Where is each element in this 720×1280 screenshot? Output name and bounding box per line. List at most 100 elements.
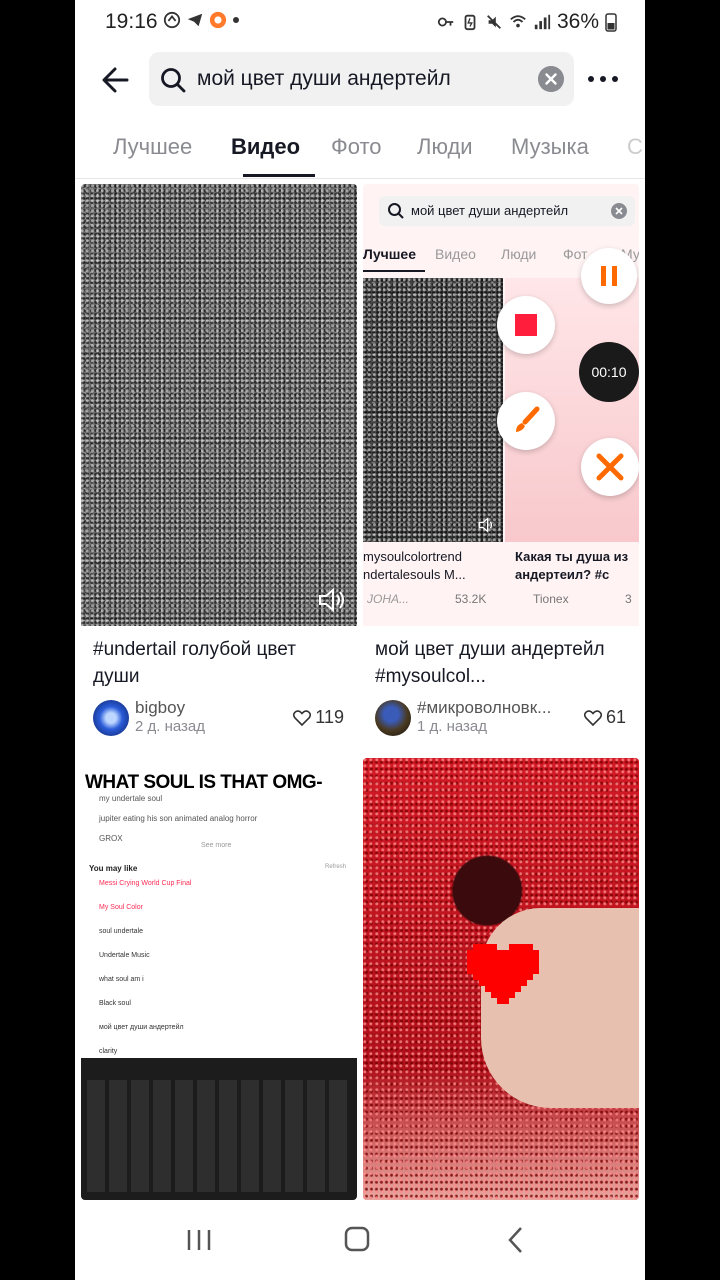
- video-card[interactable]: [363, 758, 639, 1200]
- inner-author: ЈОНА...: [367, 592, 410, 606]
- avatar[interactable]: [93, 700, 129, 736]
- search-input[interactable]: мой цвет души андертейл: [149, 52, 574, 106]
- inner-tab-underline: [363, 270, 425, 272]
- post-date: 2 д. назад: [135, 718, 206, 735]
- suggestion-item: soul undertale: [99, 928, 143, 935]
- dot-icon: [233, 17, 239, 23]
- pause-button: [581, 248, 637, 304]
- search-header: мой цвет души андертейл: [75, 50, 645, 108]
- heart-icon: [467, 944, 539, 1004]
- battery-icon: [605, 13, 617, 32]
- sound-icon: [319, 587, 344, 613]
- history-item: my undertale soul: [99, 794, 163, 803]
- pause-icon: [601, 266, 617, 286]
- inner-search-box: мой цвет души андертейл: [379, 196, 635, 226]
- telegram-icon: [187, 13, 203, 27]
- suggestion-item: Black soul: [99, 1000, 131, 1007]
- search-icon: [388, 203, 404, 219]
- key-icon: [437, 17, 454, 27]
- app-screen: 19:16 36% мой цвет души андертейл Лучшее: [75, 0, 645, 1280]
- active-tab-indicator: [243, 174, 315, 177]
- battery-percent: 36%: [556, 10, 599, 33]
- video-thumbnail: [363, 758, 639, 1200]
- search-tabs: Лучшее Видео Фото Люди Музыка С: [75, 120, 645, 179]
- suggestion-item: Undertale Music: [99, 952, 150, 959]
- brush-icon: [516, 406, 540, 432]
- video-title: мой цвет души андертейл #mysoulcol...: [375, 639, 605, 687]
- inner-tab: Видео: [435, 246, 476, 262]
- stop-record-button: [497, 296, 555, 354]
- record-timer: 00:10: [579, 342, 639, 402]
- like-count: 119: [293, 707, 344, 728]
- home-icon: [163, 11, 181, 29]
- clear-search-icon: [611, 203, 627, 219]
- status-right: 36%: [437, 10, 617, 34]
- inner-tab: Фот: [563, 246, 588, 262]
- history-item: jupiter eating his son animated analog h…: [99, 814, 258, 823]
- tab-videos[interactable]: Видео: [231, 134, 300, 160]
- video-thumbnail: [81, 184, 357, 626]
- tab-top[interactable]: Лучшее: [113, 134, 192, 160]
- like-count: 61: [583, 707, 626, 728]
- search-query: мой цвет души андертейл: [197, 67, 451, 90]
- video-card[interactable]: WHAT SOUL IS THAT OMG- my undertale soul…: [81, 758, 357, 1200]
- suggestion-item: мой цвет души андертейл: [99, 1024, 184, 1031]
- video-caption: WHAT SOUL IS THAT OMG-: [85, 772, 323, 793]
- status-notification-icons: [163, 11, 240, 29]
- mute-icon: [487, 15, 501, 29]
- back-arrow-icon[interactable]: [97, 60, 137, 100]
- inner-likes: 3: [625, 592, 632, 606]
- inner-author: Tionex: [533, 592, 569, 606]
- search-icon: [161, 68, 186, 93]
- sound-icon: [478, 517, 493, 533]
- status-bar: 19:16 36%: [75, 0, 645, 44]
- video-thumbnail: WHAT SOUL IS THAT OMG- my undertale soul…: [81, 758, 357, 1200]
- draw-button: [497, 392, 555, 450]
- author-name[interactable]: #микроволновк...: [417, 698, 551, 718]
- suggestion-item: what soul am i: [99, 976, 144, 983]
- author-row: #микроволновк... 1 д. назад 61: [375, 698, 630, 738]
- timer-value: 00:10: [591, 364, 627, 380]
- suggestion-item: Messi Crying World Cup Final: [99, 880, 192, 887]
- keyboard: [81, 1058, 357, 1200]
- suggestion-list: Messi Crying World Cup Final My Soul Col…: [89, 880, 351, 1072]
- see-more: See more: [201, 842, 232, 849]
- keyboard-keys: [87, 1080, 351, 1192]
- inner-tab: Лучшее: [363, 246, 416, 262]
- recent-apps-icon[interactable]: [179, 1222, 219, 1258]
- inner-thumbnail: [363, 278, 503, 542]
- heart-icon: [583, 709, 602, 726]
- home-button-icon[interactable]: [337, 1222, 377, 1258]
- wifi-icon: [510, 15, 526, 28]
- avatar[interactable]: [375, 700, 411, 736]
- inner-item-title: mysoulcolortrend ndertalesouls M...: [363, 549, 466, 582]
- app-notification-icon: [209, 11, 227, 29]
- signal-icon: [534, 14, 551, 30]
- list-header: You may like: [89, 864, 138, 873]
- author-row: bigboy 2 д. назад 119: [93, 698, 348, 738]
- tab-photos[interactable]: Фото: [331, 134, 382, 160]
- post-date: 1 д. назад: [417, 718, 488, 735]
- refresh-link: Refresh: [325, 864, 347, 870]
- video-thumbnail: мой цвет души андертейл Лучшее Видео Люд…: [363, 184, 639, 626]
- like-count-value: 119: [315, 707, 344, 727]
- tab-more[interactable]: С: [627, 134, 643, 160]
- tools-button: [581, 438, 639, 496]
- status-time: 19:16: [105, 10, 158, 33]
- author-name[interactable]: bigboy: [135, 698, 185, 718]
- more-options-icon[interactable]: [583, 64, 623, 94]
- suggestion-item: My Soul Color: [99, 904, 143, 911]
- tools-icon: [596, 453, 624, 481]
- back-icon[interactable]: [497, 1222, 537, 1258]
- video-card[interactable]: мой цвет души андертейл Лучшее Видео Люд…: [363, 184, 639, 752]
- stop-icon: [515, 314, 537, 336]
- like-count-value: 61: [605, 707, 626, 727]
- clear-search-icon[interactable]: [538, 66, 564, 92]
- inner-tab: Люди: [501, 246, 537, 262]
- heart-icon: [293, 709, 312, 726]
- tab-sounds[interactable]: Музыка: [511, 134, 589, 160]
- video-title: #undertail голубой цвет души: [93, 639, 296, 687]
- tab-users[interactable]: Люди: [417, 134, 473, 160]
- video-card[interactable]: #undertail голубой цвет души bigboy 2 д.…: [81, 184, 357, 752]
- inner-item-title: Какая ты душа из андертеил? #с: [515, 549, 629, 582]
